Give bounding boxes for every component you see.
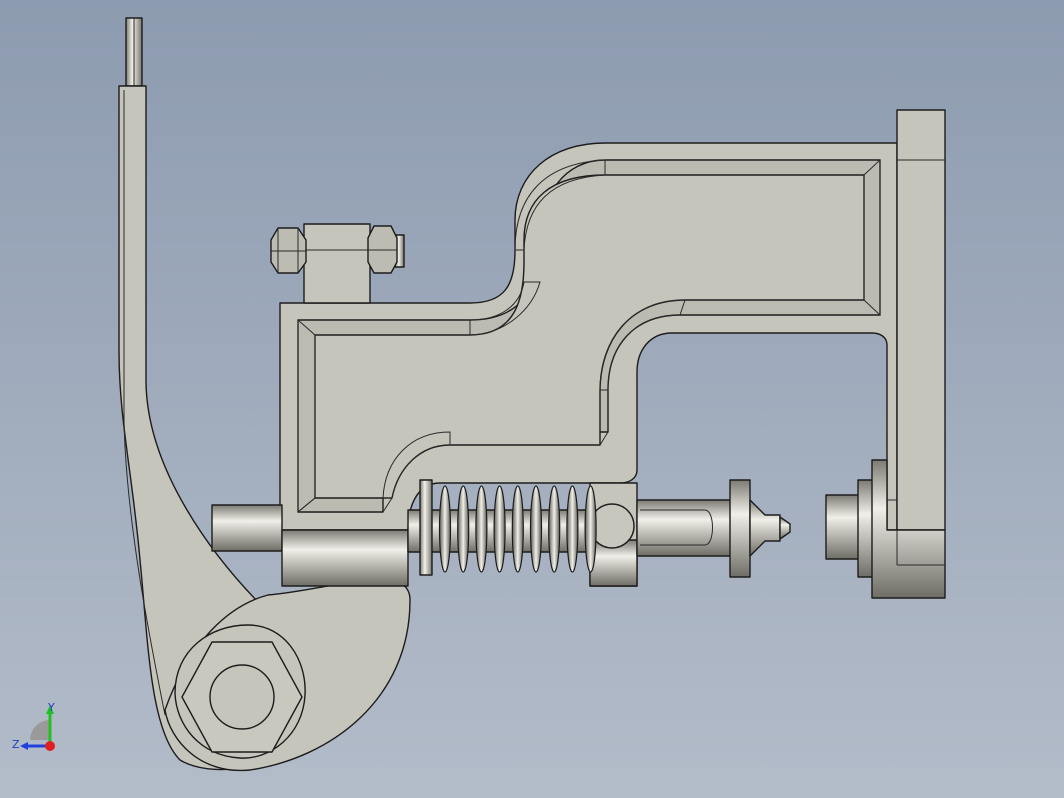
spring-coil bbox=[511, 485, 524, 573]
triad-z-arrow bbox=[20, 742, 28, 750]
orientation-triad[interactable]: Y Z bbox=[12, 701, 55, 751]
spring-coil bbox=[438, 485, 452, 573]
triad-x-dot bbox=[45, 741, 55, 751]
spring-coil bbox=[529, 485, 543, 573]
triad-z-label: Z bbox=[12, 738, 20, 751]
spring-coil bbox=[493, 485, 506, 573]
cad-viewport[interactable]: Y Z bbox=[0, 0, 1064, 798]
hex-nut-left bbox=[270, 227, 307, 274]
spring-coil bbox=[566, 485, 579, 573]
spring-coil bbox=[457, 485, 470, 573]
clamp-bolt[interactable] bbox=[270, 223, 405, 304]
hex-nut-right bbox=[367, 225, 398, 274]
spring-coil bbox=[584, 485, 597, 573]
spring-coil bbox=[548, 485, 561, 573]
c-frame[interactable] bbox=[279, 109, 946, 531]
spring-coil bbox=[475, 485, 488, 573]
assembly-drawing: Y Z bbox=[12, 17, 946, 772]
triad-quadrant bbox=[30, 720, 50, 740]
triad-y-label: Y bbox=[47, 701, 55, 714]
